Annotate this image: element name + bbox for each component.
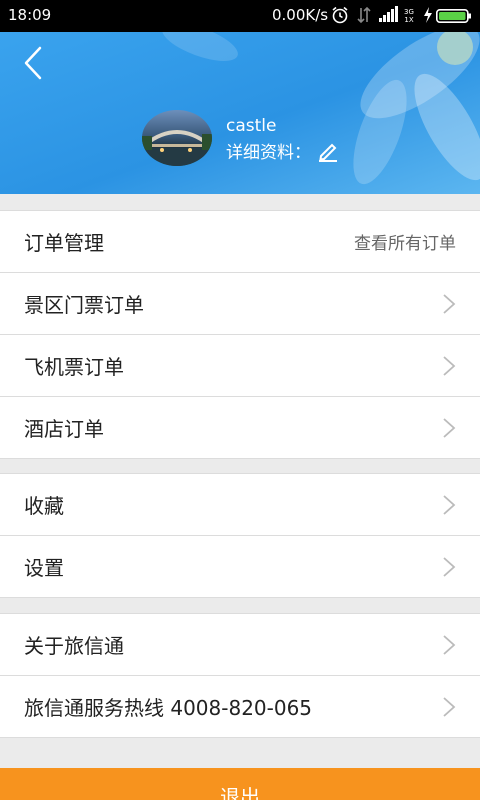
battery-icon [436, 9, 471, 23]
orders-title: 订单管理 [24, 231, 104, 255]
list-item-label: 飞机票订单 [24, 355, 124, 379]
orders-header-row[interactable]: 订单管理 查看所有订单 [0, 211, 480, 273]
sim-signal-icon [357, 6, 371, 24]
username: castle [226, 116, 277, 136]
chevron-right-icon [443, 355, 456, 376]
orders-group: 订单管理 查看所有订单 景区门票订单 飞机票订单 酒店订单 [0, 210, 480, 459]
profile-header: castle 详细资料： [0, 32, 480, 194]
list-item-settings[interactable]: 设置 [0, 536, 480, 597]
header-flower-decoration [162, 32, 480, 185]
chevron-right-icon [443, 417, 456, 438]
network-speed: 0.00K/s [272, 6, 329, 24]
list-item-about[interactable]: 关于旅信通 [0, 614, 480, 676]
detail-label: 详细资料： [226, 143, 311, 163]
edit-pencil-icon[interactable] [317, 140, 339, 162]
network-type: 3G 1X [404, 8, 414, 24]
chevron-right-icon [443, 696, 456, 717]
avatar[interactable] [142, 110, 212, 166]
back-arrow-icon[interactable] [18, 46, 52, 80]
logout-button[interactable]: 退出 [0, 768, 480, 800]
chevron-right-icon [443, 556, 456, 577]
misc-group: 收藏 设置 [0, 473, 480, 598]
list-item-label: 景区门票订单 [24, 293, 144, 317]
charging-icon [424, 7, 432, 23]
status-time: 18:09 [8, 6, 52, 24]
list-item-label: 酒店订单 [24, 417, 104, 441]
list-item-scenic-tickets[interactable]: 景区门票订单 [0, 273, 480, 335]
about-group: 关于旅信通 旅信通服务热线 4008-820-065 [0, 613, 480, 738]
alarm-icon [332, 6, 348, 24]
list-item-label: 收藏 [24, 494, 64, 518]
list-item-label: 设置 [24, 556, 64, 580]
signal-bars-icon [379, 6, 398, 22]
view-all-orders-link[interactable]: 查看所有订单 [354, 229, 456, 254]
list-item-label: 关于旅信通 [24, 634, 124, 658]
chevron-right-icon [443, 634, 456, 655]
chevron-right-icon [443, 494, 456, 515]
chevron-right-icon [443, 293, 456, 314]
list-item-hotel-orders[interactable]: 酒店订单 [0, 397, 480, 458]
list-item-favorites[interactable]: 收藏 [0, 474, 480, 536]
list-item-label: 旅信通服务热线 4008-820-065 [24, 696, 313, 720]
list-item-flight-tickets[interactable]: 飞机票订单 [0, 335, 480, 397]
list-item-hotline[interactable]: 旅信通服务热线 4008-820-065 [0, 676, 480, 737]
profile-detail[interactable]: 详细资料： [226, 138, 339, 163]
status-bar: 18:09 0.00K/s 3G 1X [0, 0, 480, 32]
